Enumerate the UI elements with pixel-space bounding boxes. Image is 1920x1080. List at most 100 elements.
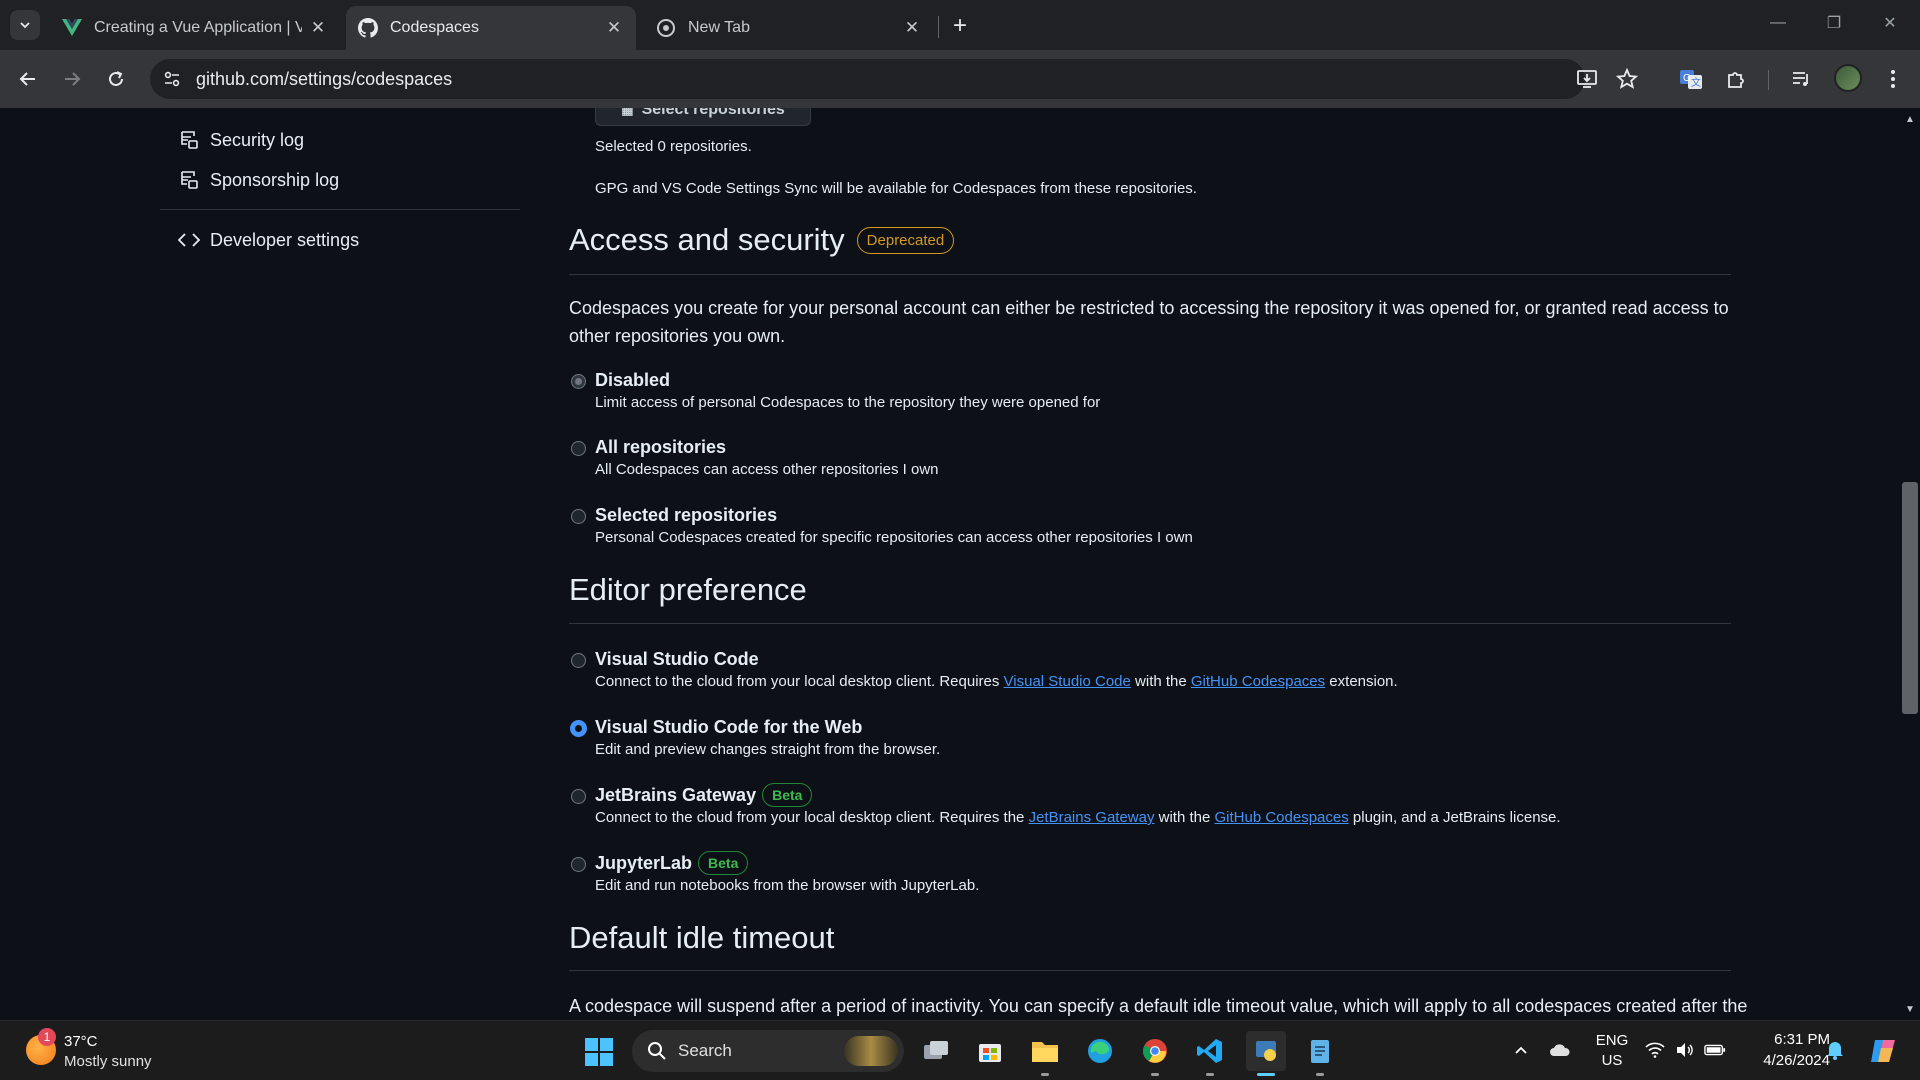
new-tab-button[interactable]: + xyxy=(946,12,974,40)
tab-vue[interactable]: Creating a Vue Application | Vue.js ✕ xyxy=(50,6,340,50)
sidebar-item-sponsorship-log[interactable]: Sponsorship log xyxy=(178,162,339,198)
radio-vscode-web[interactable] xyxy=(571,721,586,736)
file-explorer-icon[interactable] xyxy=(1025,1031,1065,1071)
radio-jupyterlab[interactable] xyxy=(571,857,586,872)
access-description: Codespaces you create for your personal … xyxy=(569,298,1729,346)
keyboard-layout[interactable]: US xyxy=(1592,1052,1632,1069)
tab-search-button[interactable] xyxy=(10,10,40,40)
editor-option-jetbrains-gateway[interactable]: JetBrains Gateway Beta Connect to the cl… xyxy=(569,783,1729,827)
notification-bell-icon[interactable] xyxy=(1824,1039,1846,1061)
idle-description: A codespace will suspend after a period … xyxy=(569,996,1748,1016)
volume-icon[interactable] xyxy=(1674,1039,1696,1061)
close-icon[interactable]: ✕ xyxy=(308,18,328,38)
access-option-disabled[interactable]: Disabled Limit access of personal Codesp… xyxy=(569,370,1729,414)
reload-button[interactable] xyxy=(100,63,132,95)
copilot-icon[interactable] xyxy=(1868,1035,1900,1067)
edge-icon[interactable] xyxy=(1080,1031,1120,1071)
option-description: All Codespaces can access other reposito… xyxy=(595,461,939,478)
reload-icon xyxy=(109,71,123,86)
task-view-icon[interactable] xyxy=(916,1031,956,1071)
section-heading-access-security: Access and security Deprecated xyxy=(569,222,955,258)
site-info-icon[interactable] xyxy=(154,61,190,97)
visual-studio-code-link[interactable]: Visual Studio Code xyxy=(1004,673,1131,690)
svg-text:G: G xyxy=(1683,73,1691,84)
option-description: Limit access of personal Codespaces to t… xyxy=(595,394,1101,411)
notepad-icon[interactable] xyxy=(1300,1031,1340,1071)
running-indicator xyxy=(1041,1073,1049,1076)
language-indicator[interactable]: ENG xyxy=(1592,1032,1632,1049)
chevron-up-icon[interactable] xyxy=(1510,1039,1532,1061)
taskbar-search[interactable]: Search xyxy=(632,1030,904,1072)
weather-description[interactable]: Mostly sunny xyxy=(64,1053,152,1070)
install-app-icon[interactable] xyxy=(1569,61,1605,97)
github-codespaces-link[interactable]: GitHub Codespaces xyxy=(1215,809,1349,826)
clock-date[interactable]: 4/26/2024 xyxy=(1740,1052,1830,1069)
radio-vscode[interactable] xyxy=(571,653,586,668)
restore-button[interactable]: ❐ xyxy=(1812,8,1856,38)
sidebar-item-label: Developer settings xyxy=(210,229,360,250)
option-label: Visual Studio Code for the Web xyxy=(595,717,863,737)
back-button[interactable] xyxy=(12,63,44,95)
sidebar-item-security-log[interactable]: Security log xyxy=(178,122,304,158)
battery-icon[interactable] xyxy=(1704,1039,1726,1061)
weather-temperature[interactable]: 37°C xyxy=(64,1033,98,1050)
radio-jetbrains-gateway[interactable] xyxy=(571,789,586,804)
option-description: Edit and run notebooks from the browser … xyxy=(595,877,980,894)
section-heading-idle-timeout: Default idle timeout xyxy=(569,920,835,955)
repo-icon: ▦ xyxy=(621,108,634,117)
wifi-icon[interactable] xyxy=(1644,1039,1666,1061)
jetbrains-gateway-link[interactable]: JetBrains Gateway xyxy=(1029,809,1155,826)
profile-avatar[interactable] xyxy=(1834,64,1862,92)
close-icon[interactable]: ✕ xyxy=(604,18,624,38)
beta-badge: Beta xyxy=(762,783,813,807)
extensions-puzzle-icon[interactable] xyxy=(1718,61,1754,97)
vscode-icon[interactable] xyxy=(1190,1031,1230,1071)
editor-option-vscode[interactable]: Visual Studio Code Connect to the cloud … xyxy=(569,649,1729,693)
log-icon xyxy=(178,129,200,151)
editor-option-jupyterlab[interactable]: JupyterLab Beta Edit and run notebooks f… xyxy=(569,851,1729,895)
radio-disabled[interactable] xyxy=(571,374,586,389)
forward-button[interactable] xyxy=(56,63,88,95)
minimize-button[interactable]: — xyxy=(1756,8,1800,38)
access-option-all-repositories[interactable]: All repositories All Codespaces can acce… xyxy=(569,437,1729,481)
close-window-button[interactable]: ✕ xyxy=(1868,8,1912,38)
chrome-icon[interactable] xyxy=(1135,1031,1175,1071)
python-app-icon[interactable] xyxy=(1246,1031,1286,1071)
media-control-icon[interactable] xyxy=(1783,61,1819,97)
microsoft-store-icon[interactable] xyxy=(970,1031,1010,1071)
option-description: Connect to the cloud from your local des… xyxy=(595,673,1398,690)
editor-option-vscode-web[interactable]: Visual Studio Code for the Web Edit and … xyxy=(569,717,1729,761)
radio-all-repositories[interactable] xyxy=(571,441,586,456)
windows-start-icon[interactable] xyxy=(584,1037,614,1067)
option-label: Disabled xyxy=(595,370,671,390)
bookmark-star-icon[interactable] xyxy=(1609,61,1645,97)
section-divider xyxy=(569,274,1731,275)
close-icon[interactable]: ✕ xyxy=(902,18,922,38)
option-description: Connect to the cloud from your local des… xyxy=(595,809,1561,826)
url-text: github.com/settings/codespaces xyxy=(196,68,453,89)
clock-time[interactable]: 6:31 PM xyxy=(1750,1031,1830,1048)
page-content: Security log Sponsorship log Developer s… xyxy=(0,108,1920,1020)
scrollbar-thumb[interactable] xyxy=(1902,482,1918,714)
selected-count-text: Selected 0 repositories. xyxy=(595,138,752,155)
tab-codespaces[interactable]: Codespaces ✕ xyxy=(346,6,636,50)
translate-icon[interactable]: G文 xyxy=(1673,61,1709,97)
sidebar-item-developer-settings[interactable]: Developer settings xyxy=(178,222,359,258)
tab-title: Codespaces xyxy=(390,19,479,36)
scroll-down-arrow[interactable]: ▼ xyxy=(1902,1002,1918,1016)
scroll-up-arrow[interactable]: ▲ xyxy=(1902,112,1918,126)
onedrive-cloud-icon[interactable] xyxy=(1549,1039,1571,1061)
tab-new-tab[interactable]: New Tab ✕ xyxy=(644,6,934,50)
select-repositories-button[interactable]: ▦ Select repositories xyxy=(595,108,811,126)
radio-selected-repositories[interactable] xyxy=(571,509,586,524)
option-description: Personal Codespaces created for specific… xyxy=(595,529,1193,546)
windows-taskbar: 1 37°C Mostly sunny Search ENG US 6:31 P… xyxy=(0,1020,1920,1080)
running-indicator xyxy=(1316,1073,1324,1076)
more-menu-icon[interactable] xyxy=(1875,61,1911,97)
beta-badge: Beta xyxy=(698,851,749,875)
github-codespaces-link[interactable]: GitHub Codespaces xyxy=(1191,673,1325,690)
code-icon xyxy=(178,229,200,251)
running-indicator xyxy=(1151,1073,1159,1076)
address-bar[interactable]: github.com/settings/codespaces xyxy=(150,59,1585,99)
access-option-selected-repositories[interactable]: Selected repositories Personal Codespace… xyxy=(569,505,1729,549)
